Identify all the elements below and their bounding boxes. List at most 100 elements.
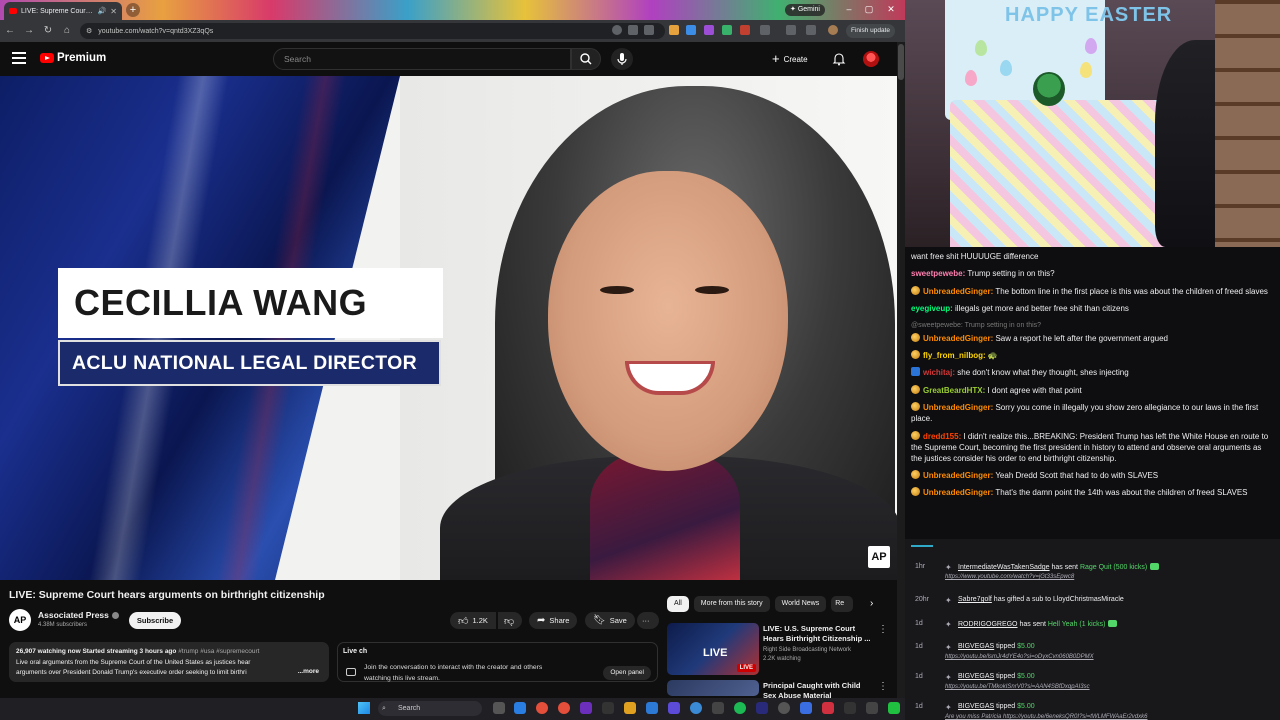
event-username[interactable]: BIGVEGAS bbox=[958, 703, 994, 710]
extension-icon[interactable] bbox=[722, 25, 732, 35]
chat-username[interactable]: UnbreadedGinger: bbox=[923, 334, 993, 343]
new-tab-button[interactable]: + bbox=[126, 3, 140, 17]
kebab-menu-icon[interactable]: ⋮ bbox=[878, 681, 888, 692]
chevron-right-icon[interactable]: › bbox=[870, 598, 873, 609]
channel-avatar[interactable]: AP bbox=[9, 609, 31, 631]
chat-username[interactable]: sweetpewebe: bbox=[911, 269, 965, 278]
site-info-icon[interactable]: ⚙ bbox=[86, 27, 92, 35]
minimize-icon[interactable]: – bbox=[842, 2, 856, 16]
search-input[interactable]: Search bbox=[273, 48, 571, 70]
app-icon[interactable] bbox=[602, 702, 614, 714]
share-button[interactable]: ➦ Share bbox=[529, 612, 578, 629]
like-button[interactable]: 👍︎ 1.2K bbox=[450, 612, 496, 629]
scrollbar-thumb[interactable] bbox=[898, 44, 904, 80]
home-icon[interactable]: ⌂ bbox=[58, 22, 76, 40]
chip-world-news[interactable]: World News bbox=[774, 596, 827, 612]
chat-username[interactable]: UnbreadedGinger: bbox=[923, 403, 993, 412]
more-actions-button[interactable]: ··· bbox=[637, 612, 659, 629]
gemini-button[interactable]: ✦ Gemini bbox=[785, 4, 825, 16]
event-link[interactable]: https://www.youtube.com/watch?v=jGt33sEp… bbox=[945, 574, 1074, 580]
hashtags[interactable]: #trump #usa #supremecourt bbox=[178, 648, 259, 655]
youtube-logo[interactable]: Premium bbox=[40, 52, 106, 64]
back-icon[interactable]: ← bbox=[1, 22, 19, 40]
notifications-bell-icon[interactable] bbox=[832, 52, 846, 66]
edge-icon[interactable] bbox=[514, 702, 526, 714]
kebab-menu-icon[interactable]: ⋮ bbox=[878, 624, 888, 635]
extension-icon[interactable] bbox=[740, 25, 750, 35]
app-icon[interactable] bbox=[668, 702, 680, 714]
audio-icon[interactable]: 🔊 bbox=[98, 7, 107, 15]
recommendation-title[interactable]: LIVE: U.S. Supreme Court Hears Birthrigh… bbox=[763, 624, 875, 644]
app-icon[interactable] bbox=[778, 702, 790, 714]
finish-update-button[interactable]: Finish update bbox=[846, 24, 896, 38]
chip-truncated[interactable]: Re bbox=[831, 596, 854, 612]
extension-icon[interactable] bbox=[669, 25, 679, 35]
search-button[interactable] bbox=[571, 48, 601, 70]
event-link[interactable]: Are you miss Patricia https://youtu.be/6… bbox=[945, 714, 1147, 720]
chip-more-from-story[interactable]: More from this story bbox=[693, 596, 770, 612]
recommendation-item[interactable]: LIVE LIVE LIVE: U.S. Supreme Court Hears… bbox=[667, 623, 892, 679]
window-close-icon[interactable]: ✕ bbox=[884, 2, 898, 16]
page-scrollbar[interactable] bbox=[897, 42, 905, 698]
description-box[interactable]: 26,907 watching now Started streaming 3 … bbox=[9, 642, 329, 682]
windows-start-icon[interactable] bbox=[358, 702, 370, 714]
chip-all[interactable]: All bbox=[667, 596, 689, 612]
subscribe-button[interactable]: Subscribe bbox=[129, 612, 181, 629]
app-icon[interactable] bbox=[580, 702, 592, 714]
open-panel-button[interactable]: Open panel bbox=[603, 666, 651, 680]
chrome-icon[interactable] bbox=[558, 702, 570, 714]
recommendation-item[interactable]: Principal Caught with Child Sex Abuse Ma… bbox=[667, 680, 892, 698]
app-icon[interactable] bbox=[646, 702, 658, 714]
event-link[interactable]: https://youtu.be/lsmJr4dYE4o?si=oDyxCvn0… bbox=[945, 654, 1094, 660]
taskbar-search[interactable]: ⌕ Search bbox=[378, 701, 482, 716]
browser-tab-active[interactable]: LIVE: Supreme Court hears 🔊 ✕ bbox=[4, 2, 122, 20]
show-more-link[interactable]: ...more bbox=[298, 667, 319, 678]
maximize-icon[interactable]: ▢ bbox=[862, 2, 876, 16]
chat-username[interactable]: UnbreadedGinger: bbox=[923, 471, 993, 480]
chat-username[interactable]: UnbreadedGinger: bbox=[923, 488, 993, 497]
dislike-button[interactable]: 👎︎ bbox=[498, 612, 522, 629]
forward-icon[interactable]: → bbox=[20, 22, 38, 40]
voice-search-button[interactable] bbox=[611, 48, 633, 70]
app-icon[interactable] bbox=[888, 702, 900, 714]
app-icon[interactable] bbox=[690, 702, 702, 714]
chat-username[interactable]: fly_from_nilbog: bbox=[923, 351, 986, 360]
account-avatar[interactable] bbox=[863, 51, 879, 67]
task-view-icon[interactable] bbox=[493, 702, 505, 714]
reload-icon[interactable]: ↻ bbox=[39, 22, 57, 40]
side-panel-icon[interactable] bbox=[786, 25, 796, 35]
app-icon[interactable] bbox=[800, 702, 812, 714]
app-icon[interactable] bbox=[756, 702, 768, 714]
recommendation-thumbnail[interactable]: LIVE LIVE bbox=[667, 623, 759, 675]
create-button[interactable]: + Create bbox=[772, 50, 808, 68]
file-explorer-icon[interactable] bbox=[624, 702, 636, 714]
chat-username[interactable]: dredd155: bbox=[923, 432, 961, 441]
app-icon[interactable] bbox=[712, 702, 724, 714]
chat-username[interactable]: eyegiveup: bbox=[911, 304, 953, 313]
recommendation-thumbnail[interactable] bbox=[667, 680, 759, 696]
lens-icon[interactable] bbox=[612, 25, 622, 35]
chat-username[interactable]: GreatBeardHTX: bbox=[923, 386, 985, 395]
profile-avatar[interactable] bbox=[828, 25, 838, 35]
spotify-icon[interactable] bbox=[734, 702, 746, 714]
recommendation-channel[interactable]: Right Side Broadcasting Network bbox=[763, 647, 851, 653]
address-bar[interactable]: ⚙ youtube.com/watch?v=qntd3XZ3qQs bbox=[80, 23, 665, 39]
event-link[interactable]: https://youtu.be/TMkokISnrV0?si=AAN4SBfD… bbox=[945, 684, 1090, 690]
install-icon[interactable] bbox=[628, 25, 638, 35]
video-player[interactable]: CECILLIA WANG ACLU NATIONAL LEGAL DIRECT… bbox=[0, 76, 897, 580]
event-username[interactable]: IntermediateWasTakenSadge bbox=[958, 564, 1050, 571]
app-icon[interactable] bbox=[822, 702, 834, 714]
chat-username[interactable]: UnbreadedGinger: bbox=[923, 287, 993, 296]
bookmark-star-icon[interactable] bbox=[644, 25, 654, 35]
channel-name[interactable]: Associated Press bbox=[38, 610, 119, 620]
extensions-puzzle-icon[interactable] bbox=[760, 25, 770, 35]
downloads-icon[interactable] bbox=[806, 25, 816, 35]
chat-username[interactable]: wichitaj: bbox=[923, 368, 955, 377]
app-icon[interactable] bbox=[844, 702, 856, 714]
tab-close-icon[interactable]: ✕ bbox=[110, 7, 117, 16]
menu-icon[interactable] bbox=[12, 52, 26, 66]
app-icon[interactable] bbox=[866, 702, 878, 714]
extension-icon[interactable] bbox=[704, 25, 714, 35]
save-button[interactable]: 🔖︎ Save bbox=[585, 612, 635, 629]
event-username[interactable]: BIGVEGAS bbox=[958, 673, 994, 680]
